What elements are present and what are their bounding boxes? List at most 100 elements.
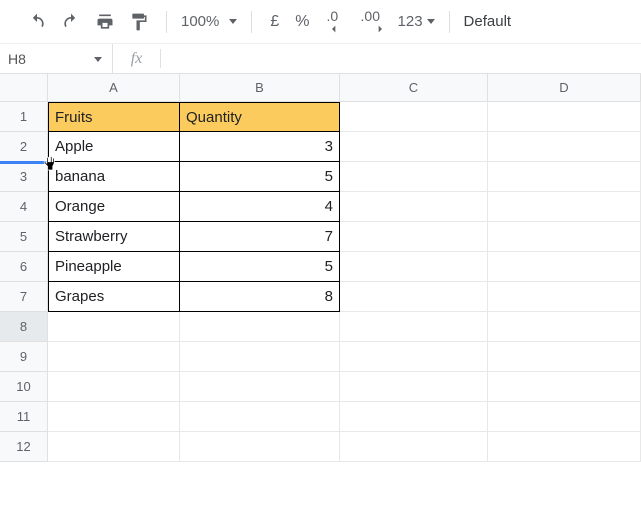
cell-C1[interactable] [340, 102, 488, 132]
decrease-decimal-button[interactable]: .0 [321, 8, 351, 36]
cell-B8[interactable] [180, 312, 340, 342]
row-header-7[interactable]: 7 [0, 282, 48, 312]
table-row: banana5 [48, 162, 641, 192]
cell-C12[interactable] [340, 432, 488, 462]
table-row [48, 402, 641, 432]
redo-button[interactable] [57, 8, 85, 36]
table-row [48, 312, 641, 342]
cell-A1[interactable]: Fruits [48, 102, 180, 132]
cell-B6[interactable]: 5 [180, 252, 340, 282]
cell-B10[interactable] [180, 372, 340, 402]
cell-D1[interactable] [488, 102, 641, 132]
cell-B3[interactable]: 5 [180, 162, 340, 192]
cell-B12[interactable] [180, 432, 340, 462]
cell-D11[interactable] [488, 402, 641, 432]
cell-B4[interactable]: 4 [180, 192, 340, 222]
row-header-11[interactable]: 11 [0, 402, 48, 432]
cell-A7[interactable]: Grapes [48, 282, 180, 312]
row-header-8[interactable]: 8 [0, 312, 48, 342]
cell-A12[interactable] [48, 432, 180, 462]
cell-D12[interactable] [488, 432, 641, 462]
cell-D3[interactable] [488, 162, 641, 192]
cell-A4[interactable]: Orange [48, 192, 180, 222]
row-header-6[interactable]: 6 [0, 252, 48, 282]
cell-D5[interactable] [488, 222, 641, 252]
cell-C6[interactable] [340, 252, 488, 282]
cell-D4[interactable] [488, 192, 641, 222]
table-row: Pineapple5 [48, 252, 641, 282]
cell-A6[interactable]: Pineapple [48, 252, 180, 282]
row-header-9[interactable]: 9 [0, 342, 48, 372]
cell-A5[interactable]: Strawberry [48, 222, 180, 252]
print-button[interactable] [91, 8, 119, 36]
cell-A11[interactable] [48, 402, 180, 432]
cell-D6[interactable] [488, 252, 641, 282]
cell-reference: H8 [8, 51, 26, 67]
cell-C8[interactable] [340, 312, 488, 342]
name-box[interactable]: H8 [0, 44, 112, 73]
cell-C4[interactable] [340, 192, 488, 222]
separator [166, 11, 167, 33]
cell-B11[interactable] [180, 402, 340, 432]
table-row: Grapes8 [48, 282, 641, 312]
font-dropdown[interactable]: Default [464, 13, 512, 30]
row-header-5[interactable]: 5 [0, 222, 48, 252]
cells-area[interactable]: FruitsQuantityApple3banana5Orange4Strawb… [48, 102, 641, 462]
row-header-4[interactable]: 4 [0, 192, 48, 222]
cell-C10[interactable] [340, 372, 488, 402]
column-headers: ABCD [48, 74, 641, 102]
number-format-dropdown[interactable]: 123 [394, 8, 439, 36]
cell-A8[interactable] [48, 312, 180, 342]
row-headers: 123456789101112 [0, 102, 48, 462]
cell-D9[interactable] [488, 342, 641, 372]
paint-format-button[interactable] [125, 8, 153, 36]
zoom-label: 100% [181, 13, 219, 30]
cell-D2[interactable] [488, 132, 641, 162]
formula-bar: H8 fx [0, 44, 641, 74]
cell-A10[interactable] [48, 372, 180, 402]
select-all-corner[interactable] [0, 74, 48, 102]
cell-C5[interactable] [340, 222, 488, 252]
row-header-10[interactable]: 10 [0, 372, 48, 402]
undo-button[interactable] [23, 8, 51, 36]
cell-C2[interactable] [340, 132, 488, 162]
cell-A9[interactable] [48, 342, 180, 372]
cell-C11[interactable] [340, 402, 488, 432]
zoom-dropdown[interactable]: 100% [177, 8, 241, 36]
column-header-A[interactable]: A [48, 74, 180, 102]
cell-A3[interactable]: banana [48, 162, 180, 192]
increase-decimal-button[interactable]: .00 [357, 8, 391, 36]
chevron-down-icon [94, 57, 102, 62]
cell-B2[interactable]: 3 [180, 132, 340, 162]
cell-C3[interactable] [340, 162, 488, 192]
row-header-12[interactable]: 12 [0, 432, 48, 462]
cell-D10[interactable] [488, 372, 641, 402]
cell-C7[interactable] [340, 282, 488, 312]
currency-button[interactable]: £ [262, 8, 287, 36]
table-row [48, 342, 641, 372]
column-header-C[interactable]: C [340, 74, 488, 102]
table-row: Apple3 [48, 132, 641, 162]
cell-A2[interactable]: Apple [48, 132, 180, 162]
table-row: Orange4 [48, 192, 641, 222]
cell-C9[interactable] [340, 342, 488, 372]
row-header-2[interactable]: 2 [0, 132, 48, 162]
chevron-down-icon [229, 19, 237, 24]
column-header-B[interactable]: B [180, 74, 340, 102]
row-header-3[interactable]: 3 [0, 162, 48, 192]
cell-D7[interactable] [488, 282, 641, 312]
cell-D8[interactable] [488, 312, 641, 342]
formula-input[interactable] [161, 44, 641, 73]
separator [449, 11, 450, 33]
row-header-1[interactable]: 1 [0, 102, 48, 132]
table-row [48, 372, 641, 402]
separator [251, 11, 252, 33]
cell-B5[interactable]: 7 [180, 222, 340, 252]
table-row: FruitsQuantity [48, 102, 641, 132]
cell-B1[interactable]: Quantity [180, 102, 340, 132]
percent-button[interactable]: % [287, 8, 317, 36]
column-header-D[interactable]: D [488, 74, 641, 102]
cell-B7[interactable]: 8 [180, 282, 340, 312]
table-row: Strawberry7 [48, 222, 641, 252]
cell-B9[interactable] [180, 342, 340, 372]
